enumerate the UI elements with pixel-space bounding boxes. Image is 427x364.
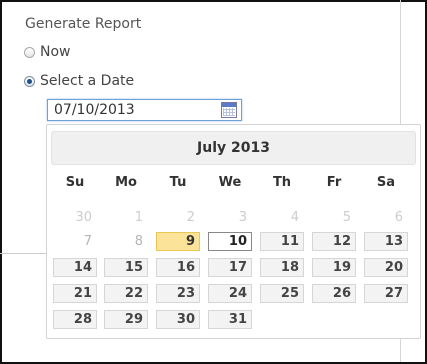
weekday-we: We — [218, 175, 242, 190]
calendar-icon[interactable] — [221, 102, 237, 118]
day-cell-24[interactable]: 24 — [208, 284, 252, 303]
day-cell-5-other-month: 5 — [342, 210, 351, 225]
datepicker-popup: July 2013 Su Mo Tu We Th Fr Sa 30 1 2 3 4 5 6 7 8 9 10 11… — [46, 124, 421, 339]
day-cell-10[interactable]: 10 — [208, 232, 252, 251]
day-cell-26[interactable]: 26 — [312, 284, 356, 303]
select-date-radio[interactable] — [24, 75, 35, 87]
weekday-fr: Fr — [326, 175, 342, 190]
weekday-su: Su — [65, 175, 85, 190]
day-cell-27[interactable]: 27 — [364, 284, 408, 303]
day-cell-20[interactable]: 20 — [364, 258, 408, 277]
day-cell-13[interactable]: 13 — [364, 232, 408, 251]
weekday-sa: Sa — [376, 175, 396, 190]
day-cell-19[interactable]: 19 — [312, 258, 356, 277]
day-cell-30[interactable]: 30 — [156, 310, 200, 329]
day-cell-30-other-month: 30 — [75, 210, 92, 225]
day-cell-17[interactable]: 17 — [208, 258, 252, 277]
date-input[interactable] — [47, 99, 242, 121]
generate-report-heading: Generate Report — [25, 16, 142, 32]
day-cell-3-other-month: 3 — [238, 210, 247, 225]
day-cell-23[interactable]: 23 — [156, 284, 200, 303]
day-cell-7: 7 — [83, 234, 92, 249]
day-cell-29[interactable]: 29 — [104, 310, 148, 329]
day-cell-12[interactable]: 12 — [312, 232, 356, 251]
now-radio[interactable] — [24, 46, 35, 58]
weekday-header-row: Su Mo Tu We Th Fr Sa — [51, 175, 416, 195]
day-cell-21[interactable]: 21 — [53, 284, 97, 303]
now-label[interactable]: Now — [40, 44, 71, 60]
day-cell-18[interactable]: 18 — [260, 258, 304, 277]
day-cell-1-other-month: 1 — [134, 210, 143, 225]
day-cell-16[interactable]: 16 — [156, 258, 200, 277]
weekday-th: Th — [272, 175, 292, 190]
option-now[interactable]: Now — [24, 43, 71, 61]
weekday-mo: Mo — [115, 175, 137, 190]
day-cell-31[interactable]: 31 — [208, 310, 252, 329]
option-select-date[interactable]: Select a Date — [24, 72, 134, 90]
day-cell-2-other-month: 2 — [186, 210, 195, 225]
day-cell-22[interactable]: 22 — [104, 284, 148, 303]
day-cell-11[interactable]: 11 — [260, 232, 304, 251]
select-date-label[interactable]: Select a Date — [40, 73, 134, 89]
day-cell-14[interactable]: 14 — [53, 258, 97, 277]
day-cell-9[interactable]: 9 — [156, 232, 200, 251]
day-cell-8: 8 — [134, 234, 143, 249]
datepicker-month-title: July 2013 — [51, 131, 416, 165]
day-cell-4-other-month: 4 — [290, 210, 299, 225]
day-cell-15[interactable]: 15 — [104, 258, 148, 277]
weekday-tu: Tu — [169, 175, 187, 190]
day-cell-6-other-month: 6 — [394, 210, 403, 225]
day-cell-25[interactable]: 25 — [260, 284, 304, 303]
day-cell-28[interactable]: 28 — [53, 310, 97, 329]
